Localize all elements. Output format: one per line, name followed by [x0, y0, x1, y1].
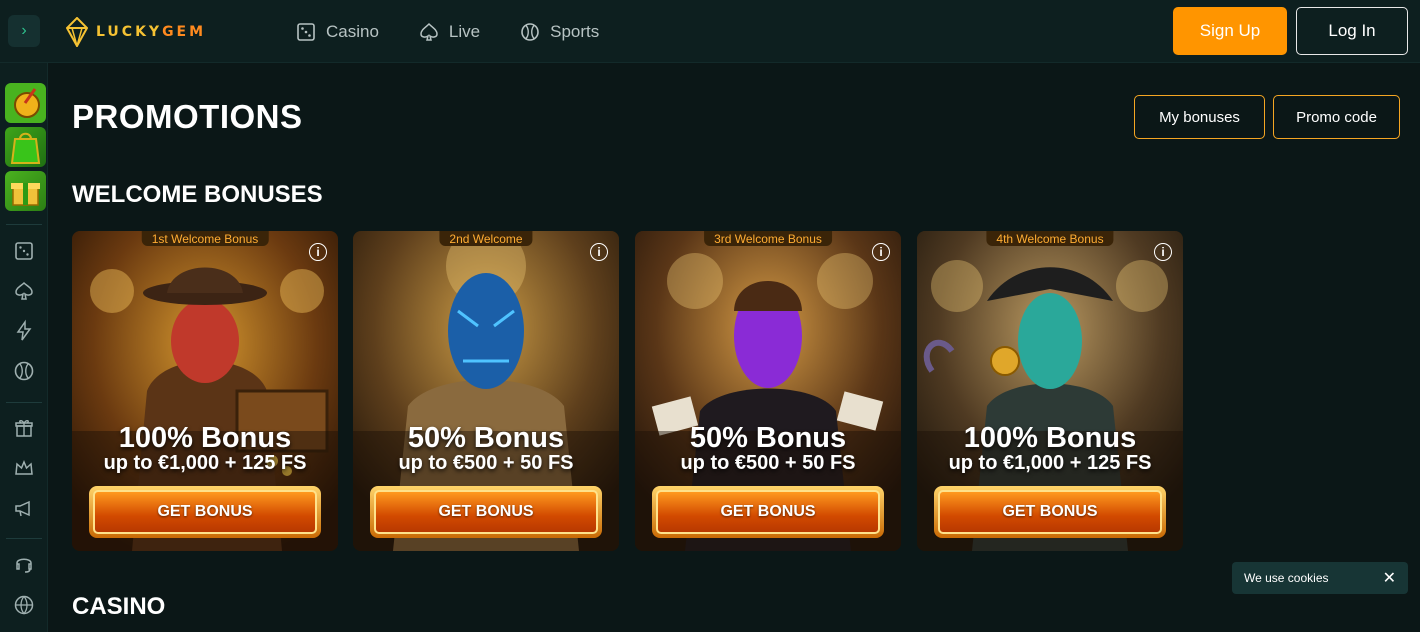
- bonus-card[interactable]: 1st Welcome Bonus i 100% Bonus up to €1,…: [72, 231, 338, 551]
- bonus-subline: up to €500 + 50 FS: [398, 452, 574, 474]
- bonus-headline: 50% Bonus: [689, 422, 847, 454]
- nav-casino-label: Casino: [326, 21, 379, 41]
- cookie-text: We use cookies: [1244, 571, 1329, 585]
- sidebar-promo-bag[interactable]: [5, 127, 46, 167]
- megaphone-icon[interactable]: [12, 496, 36, 520]
- crown-icon[interactable]: [12, 456, 36, 480]
- main-nav: Casino Live Sports: [296, 0, 599, 63]
- bonus-headline: 50% Bonus: [407, 422, 565, 454]
- sidebar-divider: [6, 538, 42, 539]
- bonus-tag: 2nd Welcome: [439, 231, 533, 246]
- bonus-card[interactable]: 3rd Welcome Bonus i 50% Bonus up to €500…: [635, 231, 901, 551]
- sidebar-expand-button[interactable]: ›: [8, 15, 40, 47]
- logo[interactable]: LUCKYGEM: [66, 17, 206, 47]
- info-icon[interactable]: i: [1154, 243, 1172, 261]
- get-bonus-label: GET BONUS: [374, 490, 598, 534]
- sidebar: [0, 63, 48, 632]
- bag-promo-icon: [10, 132, 41, 164]
- get-bonus-button[interactable]: GET BONUS: [370, 486, 602, 538]
- my-bonuses-button[interactable]: My bonuses: [1134, 95, 1265, 139]
- casino-heading: CASINO: [72, 593, 166, 620]
- get-bonus-label: GET BONUS: [656, 490, 880, 534]
- get-bonus-button[interactable]: GET BONUS: [934, 486, 1166, 538]
- bonus-tag: 1st Welcome Bonus: [141, 231, 269, 246]
- dice-icon: [297, 22, 315, 41]
- get-bonus-label: GET BONUS: [93, 490, 317, 534]
- sidebar-promo-wheel[interactable]: [5, 83, 46, 123]
- gift-icon[interactable]: [12, 416, 36, 440]
- bonus-subline: up to €1,000 + 125 FS: [948, 452, 1152, 474]
- get-bonus-button[interactable]: GET BONUS: [652, 486, 884, 538]
- welcome-bonuses-heading: WELCOME BONUSES: [72, 181, 323, 208]
- spade-icon: [420, 22, 438, 41]
- bonus-tag: 4th Welcome Bonus: [986, 231, 1114, 246]
- ball-icon: [521, 22, 539, 41]
- nav-live-label: Live: [448, 21, 481, 41]
- promo-code-button[interactable]: Promo code: [1273, 95, 1400, 139]
- ball-icon[interactable]: [12, 359, 36, 383]
- gem-logo-icon: [66, 17, 88, 47]
- bonus-card[interactable]: 2nd Welcome i 50% Bonus up to €500 + 50 …: [353, 231, 619, 551]
- chevron-right-icon: ›: [21, 22, 27, 39]
- logo-text: LUCKYGEM: [96, 24, 207, 40]
- info-icon[interactable]: i: [872, 243, 890, 261]
- page-title: PROMOTIONS: [72, 98, 303, 135]
- sidebar-promo-gift[interactable]: [5, 171, 46, 211]
- nav-live[interactable]: Live: [419, 22, 480, 42]
- sidebar-divider: [6, 402, 42, 403]
- bonus-card[interactable]: 4th Welcome Bonus i 100% Bonus up to €1,…: [917, 231, 1183, 551]
- nav-sports-label: Sports: [550, 21, 600, 41]
- info-icon[interactable]: i: [309, 243, 327, 261]
- bonus-subline: up to €1,000 + 125 FS: [103, 452, 307, 474]
- top-bar: › LUCKYGEM Casino Live Sports Sign Up Lo…: [0, 0, 1420, 63]
- cookie-banner: We use cookies ✕: [1232, 562, 1408, 594]
- bonus-headline: 100% Bonus: [963, 422, 1137, 454]
- signup-button[interactable]: Sign Up: [1173, 7, 1287, 55]
- bonus-subline: up to €500 + 50 FS: [680, 452, 856, 474]
- wheel-promo-icon: [14, 88, 40, 118]
- get-bonus-label: GET BONUS: [938, 490, 1162, 534]
- gift-promo-icon: [11, 183, 40, 206]
- lightning-icon[interactable]: [12, 319, 36, 343]
- globe-icon[interactable]: [12, 593, 36, 617]
- bonus-headline: 100% Bonus: [118, 422, 292, 454]
- nav-casino[interactable]: Casino: [296, 22, 379, 42]
- sidebar-divider: [6, 224, 42, 225]
- info-icon[interactable]: i: [590, 243, 608, 261]
- spade-icon[interactable]: [12, 279, 36, 303]
- login-button[interactable]: Log In: [1296, 7, 1408, 55]
- dice-icon[interactable]: [12, 239, 36, 263]
- headset-icon[interactable]: [12, 552, 36, 576]
- nav-sports[interactable]: Sports: [520, 22, 599, 42]
- close-icon[interactable]: ✕: [1383, 568, 1396, 588]
- get-bonus-button[interactable]: GET BONUS: [89, 486, 321, 538]
- bonus-tag: 3rd Welcome Bonus: [704, 231, 832, 246]
